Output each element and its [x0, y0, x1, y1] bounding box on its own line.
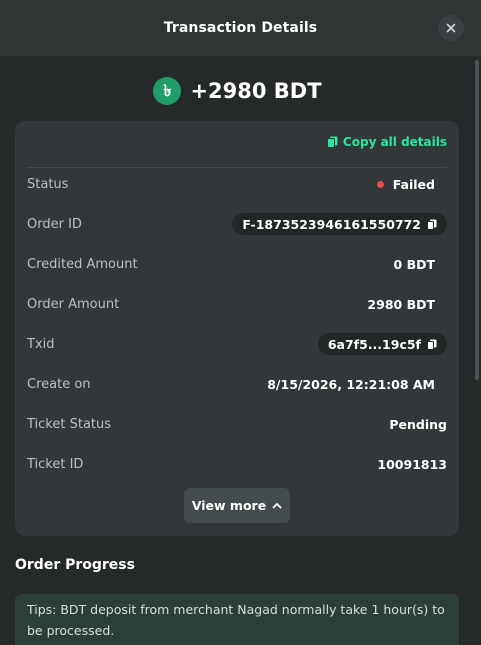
details-card: Copy all details Status Failed Order ID …: [15, 121, 459, 536]
create-on-label: Create on: [27, 376, 91, 392]
amount-summary: ৳ +2980 BDT: [0, 76, 475, 106]
status-row: Status Failed: [27, 172, 447, 196]
create-on-value: 8/15/2026, 12:21:08 AM: [267, 376, 435, 392]
copy-all-details-label: Copy all details: [342, 135, 447, 149]
taka-currency-icon: ৳: [153, 77, 182, 105]
divider: [27, 167, 447, 168]
order-id-value[interactable]: F-187352394616155077​2: [232, 213, 447, 235]
status-label: Status: [27, 176, 69, 192]
order-amount-label: Order Amount: [27, 296, 120, 312]
copy-icon[interactable]: [427, 219, 437, 230]
failed-status-dot: [376, 180, 384, 188]
chevron-up-icon: [272, 503, 282, 509]
order-id-row: Order ID F-187352394616155077​2: [27, 212, 447, 236]
tips-box: Tips: BDT deposit from merchant Nagad no…: [15, 594, 459, 645]
copy-all-details-button[interactable]: Copy all details: [326, 135, 447, 149]
order-amount-row: Order Amount 2980 BDT: [27, 292, 447, 316]
txid-value[interactable]: 6a7f5...19c5f: [317, 333, 447, 355]
create-on-row: Create on 8/15/2026, 12:21:08 AM: [27, 372, 447, 396]
copy-icon: [326, 136, 338, 148]
scrollbar[interactable]: [475, 60, 479, 380]
status-value: Failed: [376, 177, 435, 192]
transaction-amount: +2980 BDT: [190, 79, 322, 103]
copy-icon[interactable]: [427, 339, 437, 350]
order-amount-value: 2980 BDT: [367, 296, 435, 312]
ticket-id-label: Ticket ID: [27, 456, 84, 472]
credited-amount-value: 0 BDT: [393, 256, 435, 272]
close-button[interactable]: [438, 15, 464, 41]
txid-row: Txid 6a7f5...19c5f: [27, 332, 447, 356]
transaction-details-modal: Transaction Details ৳ +2980 BDT Copy all…: [0, 0, 481, 645]
order-id-label: Order ID: [27, 216, 82, 232]
credited-amount-label: Credited Amount: [27, 256, 138, 272]
tips-text: Tips: BDT deposit from merchant Nagad no…: [27, 602, 445, 638]
ticket-id-value: 10091813: [377, 456, 447, 472]
order-progress-title: Order Progress: [15, 557, 135, 573]
modal-title: Transaction Details: [163, 20, 318, 36]
close-icon: [446, 23, 456, 33]
view-more-label: View more: [191, 498, 267, 513]
view-more-button[interactable]: View more: [184, 488, 290, 523]
txid-label: Txid: [27, 336, 55, 352]
modal-header: Transaction Details: [0, 0, 481, 56]
ticket-status-row: Ticket Status Pending: [27, 412, 447, 436]
credited-amount-row: Credited Amount 0 BDT: [27, 252, 447, 276]
ticket-id-row: Ticket ID 10091813: [27, 452, 447, 476]
ticket-status-value: Pending: [389, 416, 447, 432]
ticket-status-label: Ticket Status: [27, 416, 112, 432]
